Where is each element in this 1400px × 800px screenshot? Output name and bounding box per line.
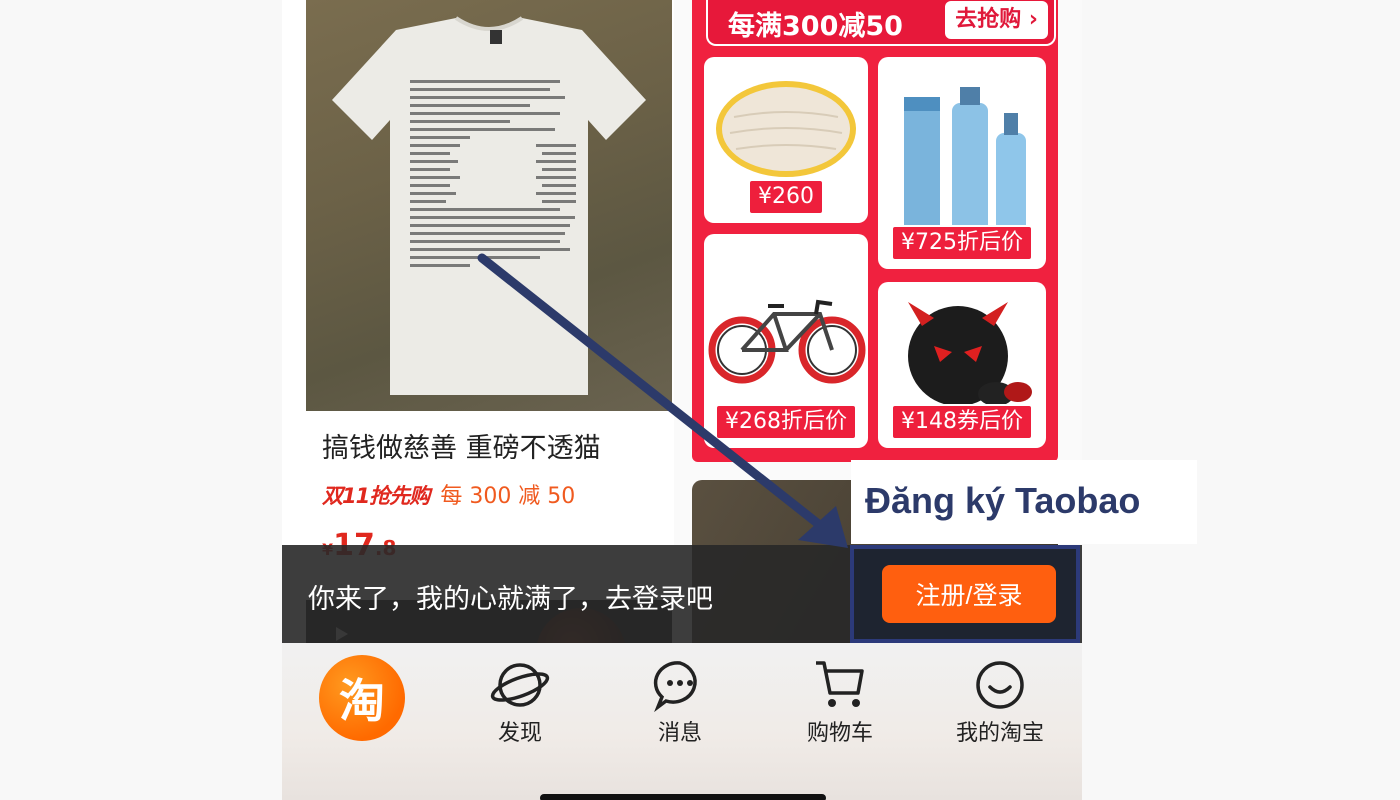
promo-header-text: 每满300减50 — [728, 11, 903, 42]
promo-header: 每满300减50 去抢购 › — [706, 0, 1056, 46]
tab-label: 购物车 — [806, 721, 873, 746]
register-login-button[interactable]: 注册/登录 — [882, 565, 1056, 623]
annotation-label: Đăng ký Taobao — [851, 460, 1197, 544]
login-prompt-message: 你来了，我的心就满了，去登录吧 — [308, 584, 713, 615]
promo-block[interactable]: 每满300减50 去抢购 › ¥260 ¥725折后价 ¥268折后价 ¥148… — [692, 0, 1058, 462]
login-prompt-banner: 你来了，我的心就满了，去登录吧 注册/登录 — [282, 545, 1082, 643]
promo-tile-earbuds[interactable]: ¥148券后价 — [878, 282, 1046, 448]
grab-deal-button[interactable]: 去抢购 › — [945, 1, 1048, 39]
promo-tile-pillow[interactable]: ¥260 — [704, 57, 868, 223]
annotation-text: Đăng ký Taobao — [865, 480, 1141, 521]
tile-price: ¥268折后价 — [715, 404, 857, 440]
taobao-app-screen: 搞钱做慈善 重磅不透猫 双11抢先购 每 300 减 50 ¥17.8 每满30… — [282, 0, 1082, 800]
taobao-home-logo[interactable]: 淘 — [319, 655, 405, 741]
product-title[interactable]: 搞钱做慈善 重磅不透猫 — [322, 426, 601, 465]
tab-label: 我的淘宝 — [955, 721, 1044, 746]
tile-price: ¥148券后价 — [891, 404, 1033, 440]
tab-label: 消息 — [657, 721, 702, 746]
grab-deal-label: 去抢购 — [955, 7, 1022, 32]
bottom-tab-bar: 淘 发现 消息 购物车 我的淘宝 — [282, 643, 1082, 800]
promo-tile-bicycle[interactable]: ¥268折后价 — [704, 234, 868, 448]
promo-tile-skincare[interactable]: ¥725折后价 — [878, 57, 1046, 269]
double11-tag: 双11抢先购 — [322, 484, 430, 508]
chat-bubble-icon — [653, 661, 697, 713]
tab-my-taobao[interactable]: 我的淘宝 — [940, 657, 1060, 747]
tab-cart[interactable]: 购物车 — [780, 657, 900, 747]
cart-icon — [816, 661, 864, 707]
tile-price: ¥725折后价 — [891, 225, 1033, 261]
tab-label: 发现 — [497, 721, 542, 746]
smile-icon — [976, 661, 1024, 709]
tab-messages[interactable]: 消息 — [620, 657, 740, 747]
discount-text: 每 300 减 50 — [440, 484, 576, 509]
planet-icon — [490, 663, 550, 707]
home-indicator — [540, 794, 826, 800]
tab-discover[interactable]: 发现 — [460, 657, 580, 747]
tile-price: ¥260 — [748, 179, 824, 215]
promo-row: 双11抢先购 每 300 减 50 — [322, 478, 575, 510]
product-image-tshirt[interactable] — [306, 0, 672, 411]
